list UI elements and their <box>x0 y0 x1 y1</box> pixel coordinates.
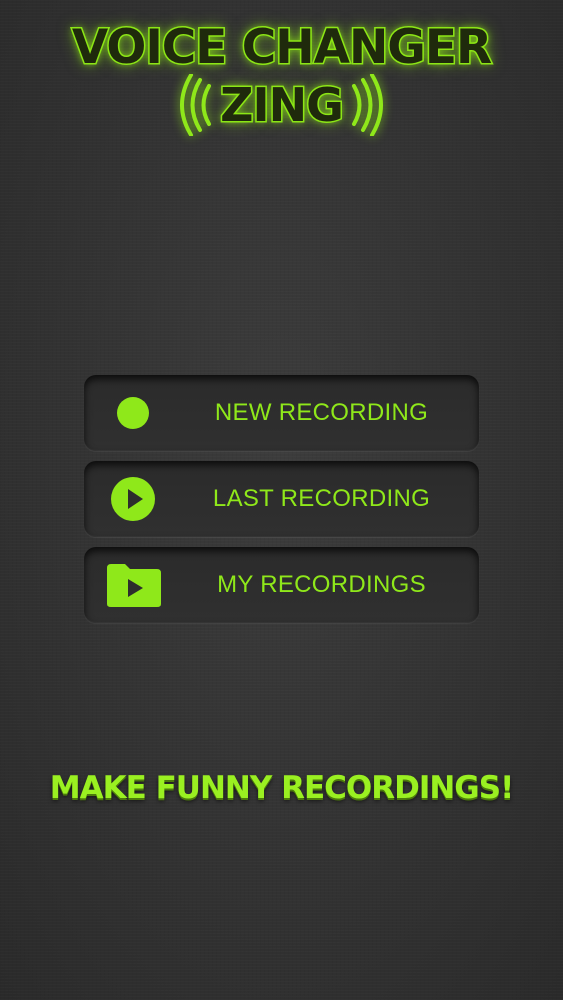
last-recording-label: LAST RECORDING <box>212 485 431 512</box>
sound-waves-left-icon <box>180 74 212 136</box>
my-recordings-label: MY RECORDINGS <box>217 571 426 598</box>
sound-waves-right-icon <box>351 74 383 136</box>
logo-subtitle: ZING <box>219 77 346 134</box>
folder-play-icon <box>104 562 164 608</box>
tagline: MAKE FUNNY RECORDINGS! <box>49 770 514 806</box>
new-recording-button[interactable]: NEW RECORDING <box>84 375 479 451</box>
play-circle-icon <box>110 476 156 522</box>
app-logo: VOICE CHANGER ZING <box>0 18 563 136</box>
record-icon <box>110 390 156 436</box>
logo-title: VOICE CHANGER <box>70 19 493 77</box>
new-recording-label: NEW RECORDING <box>214 399 429 426</box>
logo-subtitle-row: ZING <box>0 74 563 136</box>
last-recording-button[interactable]: LAST RECORDING <box>84 461 479 537</box>
my-recordings-button[interactable]: MY RECORDINGS <box>84 547 479 623</box>
